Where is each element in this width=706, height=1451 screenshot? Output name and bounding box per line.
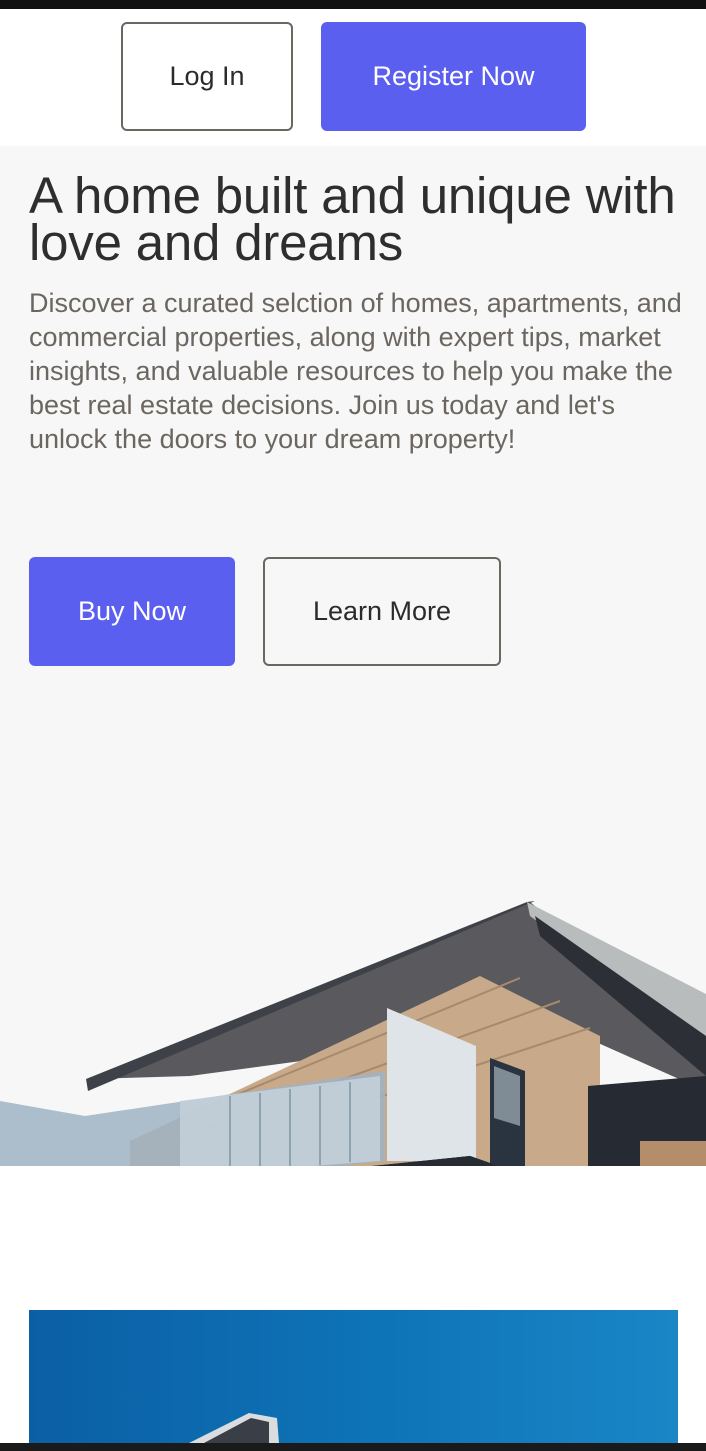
buy-now-button[interactable]: Buy Now [29,557,235,666]
learn-more-button[interactable]: Learn More [263,557,501,666]
navigation-bar [0,1443,706,1451]
secondary-property-image [29,1310,678,1443]
section-spacer [0,1166,706,1310]
hero-section: A home built and unique with love and dr… [0,146,706,1166]
status-bar [0,0,706,9]
hero-headline: A home built and unique with love and dr… [29,167,676,271]
hero-description: Discover a curated selction of homes, ap… [29,288,682,454]
login-button[interactable]: Log In [121,22,293,131]
roof-silhouette [189,1413,279,1443]
house-image [0,901,706,1166]
site-header: Log In Register Now [0,9,706,146]
register-button[interactable]: Register Now [321,22,586,131]
